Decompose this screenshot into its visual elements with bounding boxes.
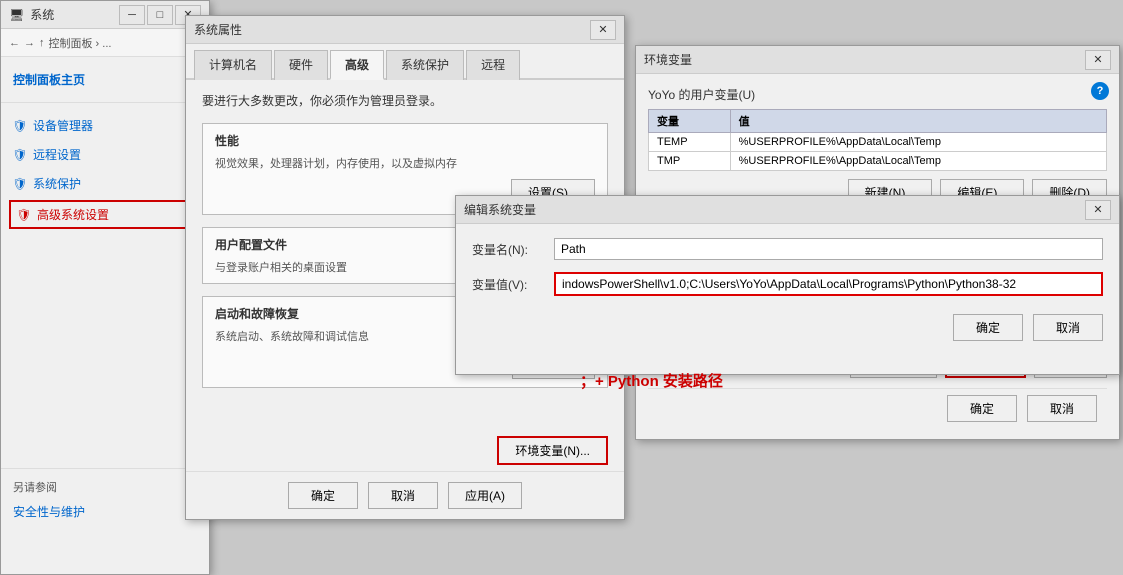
editvar-title-group: 编辑系统变量 (464, 201, 536, 218)
nav-forward[interactable]: → (24, 37, 35, 49)
editvar-titlebar: 编辑系统变量 ✕ (456, 196, 1119, 224)
envvars-title: 环境变量 (644, 51, 692, 68)
system-titlebar: 🖥 系统 ─ □ ✕ (1, 1, 209, 29)
var-value-row: 变量值(V): (472, 272, 1103, 296)
shield-icon-4: 🛡 (17, 208, 31, 222)
shield-icon-3: 🛡 (13, 177, 27, 191)
nav-remote-settings-label: 远程设置 (33, 146, 81, 163)
nav-remote-settings[interactable]: 🛡 远程设置 (1, 140, 209, 169)
sysprops-ok-btn[interactable]: 确定 (288, 482, 358, 509)
tab-remote[interactable]: 远程 (466, 50, 520, 80)
shield-icon-1: 🛡 (13, 119, 27, 133)
var-name-label: 变量名(N): (472, 241, 542, 258)
user-col-val: 值 (730, 110, 1106, 133)
envvars-close-btn[interactable]: ✕ (1085, 50, 1111, 70)
system-window-inner: ← → ↑ 控制面板 › ... 控制面板主页 🛡 设备管理器 🛡 远程设置 🛡… (1, 29, 209, 574)
sysprops-title-group: 系统属性 (194, 21, 242, 38)
also-see-section: 另请参阅 安全性与维护 (1, 468, 209, 534)
var-value-label: 变量值(V): (472, 276, 542, 293)
system-window-icon: 🖥 (9, 8, 24, 22)
nav-security-label: 安全性与维护 (13, 503, 85, 520)
envvars-titlebar: 环境变量 ✕ (636, 46, 1119, 74)
env-btn-row: 环境变量(N)... (186, 430, 624, 471)
performance-desc: 视觉效果，处理器计划，内存使用，以及虚拟内存 (215, 155, 595, 171)
system-window-title: 系统 (30, 6, 54, 23)
editvar-controls: ✕ (1085, 200, 1111, 220)
user-row-1-val: %USERPROFILE%\AppData\Local\Temp (730, 152, 1106, 171)
nav-system-protection[interactable]: 🛡 系统保护 (1, 169, 209, 198)
table-row[interactable]: TEMP %USERPROFILE%\AppData\Local\Temp (649, 133, 1107, 152)
tabs-bar: 计算机名 硬件 高级 系统保护 远程 (186, 44, 624, 80)
performance-label: 性能 (215, 132, 595, 149)
sysprops-apply-btn[interactable]: 应用(A) (448, 482, 522, 509)
var-name-input[interactable] (554, 238, 1103, 260)
breadcrumb-text: 控制面板 › ... (49, 35, 112, 51)
system-title-group: 🖥 系统 (9, 6, 54, 23)
nav-divider-1 (1, 102, 209, 103)
system-window: 🖥 系统 ─ □ ✕ ← → ↑ 控制面板 › ... 控制面板主页 🛡 设备管… (0, 0, 210, 575)
user-vars-section: 变量 值 TEMP %USERPROFILE%\AppData\Local\Te… (648, 109, 1107, 179)
envvars-title-group: 环境变量 (644, 51, 692, 68)
tab-computer-name[interactable]: 计算机名 (194, 50, 272, 80)
envvars-bottom-btns: 确定 取消 (648, 388, 1107, 428)
editvar-ok-btn[interactable]: 确定 (953, 314, 1023, 341)
nav-home[interactable]: 控制面板主页 (1, 65, 209, 94)
nav-up[interactable]: ↑ (39, 37, 45, 49)
tab-hardware[interactable]: 硬件 (274, 50, 328, 80)
editvar-close-btn[interactable]: ✕ (1085, 200, 1111, 220)
user-row-1-var: TMP (649, 152, 731, 171)
system-minimize-btn[interactable]: ─ (119, 5, 145, 25)
var-value-input[interactable] (554, 272, 1103, 296)
breadcrumb: ← → ↑ 控制面板 › ... (1, 29, 209, 57)
annotation-text: ；+ Python 安装路径 (580, 370, 723, 391)
nav-advanced-settings[interactable]: 🛡 高级系统设置 (9, 200, 201, 229)
shield-icon-2: 🛡 (13, 148, 27, 162)
env-variables-btn[interactable]: 环境变量(N)... (497, 436, 608, 465)
nav-device-manager[interactable]: 🛡 设备管理器 (1, 111, 209, 140)
system-maximize-btn[interactable]: □ (147, 5, 173, 25)
editvar-window: 编辑系统变量 ✕ 变量名(N): 变量值(V): 确定 取消 (455, 195, 1120, 375)
envvars-cancel-btn[interactable]: 取消 (1027, 395, 1097, 422)
editvar-cancel-btn[interactable]: 取消 (1033, 314, 1103, 341)
sysprops-bottom-btns: 确定 取消 应用(A) (186, 471, 624, 519)
envvars-controls: ✕ (1085, 50, 1111, 70)
sysprops-title: 系统属性 (194, 21, 242, 38)
nav-device-manager-label: 设备管理器 (33, 117, 93, 134)
help-button[interactable]: ? (1091, 82, 1109, 100)
var-name-row: 变量名(N): (472, 238, 1103, 260)
sysprops-controls: ✕ (590, 20, 616, 40)
user-vars-title: YoYo 的用户变量(U) (648, 86, 1107, 103)
sysprops-titlebar: 系统属性 ✕ (186, 16, 624, 44)
sysprops-cancel-btn[interactable]: 取消 (368, 482, 438, 509)
user-row-0-val: %USERPROFILE%\AppData\Local\Temp (730, 133, 1106, 152)
editvar-title: 编辑系统变量 (464, 201, 536, 218)
also-see-title: 另请参阅 (13, 479, 197, 495)
table-row[interactable]: TMP %USERPROFILE%\AppData\Local\Temp (649, 152, 1107, 171)
editvar-bottom-btns: 确定 取消 (472, 308, 1103, 341)
nav-advanced-settings-label: 高级系统设置 (37, 206, 109, 223)
tab-advanced[interactable]: 高级 (330, 50, 384, 80)
user-col-var: 变量 (649, 110, 731, 133)
user-vars-table: 变量 值 TEMP %USERPROFILE%\AppData\Local\Te… (648, 109, 1107, 171)
tab-system-protection[interactable]: 系统保护 (386, 50, 464, 80)
left-panel: 控制面板主页 🛡 设备管理器 🛡 远程设置 🛡 系统保护 🛡 高级系统设置 另请… (1, 57, 209, 239)
nav-system-protection-label: 系统保护 (33, 175, 81, 192)
nav-security[interactable]: 安全性与维护 (13, 499, 197, 524)
envvars-ok-btn[interactable]: 确定 (947, 395, 1017, 422)
user-row-0-var: TEMP (649, 133, 731, 152)
home-label: 控制面板主页 (13, 71, 85, 88)
sysprops-note: 要进行大多数更改，你必须作为管理员登录。 (202, 92, 608, 109)
sysprops-close-btn[interactable]: ✕ (590, 20, 616, 40)
editvar-content: 变量名(N): 变量值(V): 确定 取消 (456, 224, 1119, 355)
nav-back[interactable]: ← (9, 37, 20, 49)
